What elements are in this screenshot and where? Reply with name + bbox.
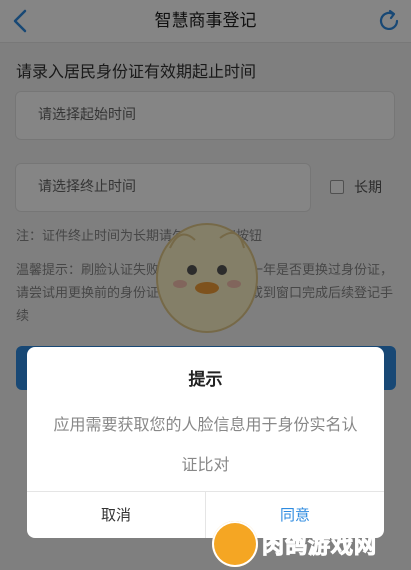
permission-dialog: 提示 应用需要获取您的人脸信息用于身份实名认证比对 取消 同意 [27,347,384,538]
watermark: 肉鸽游戏网 [212,521,377,567]
dialog-title: 提示 [188,370,223,390]
watermark-logo-icon [212,521,258,567]
watermark-text: 肉鸽游戏网 [261,534,378,560]
dialog-message: 应用需要获取您的人脸信息用于身份实名认证比对 [53,415,358,474]
cancel-button[interactable]: 取消 [27,492,206,538]
